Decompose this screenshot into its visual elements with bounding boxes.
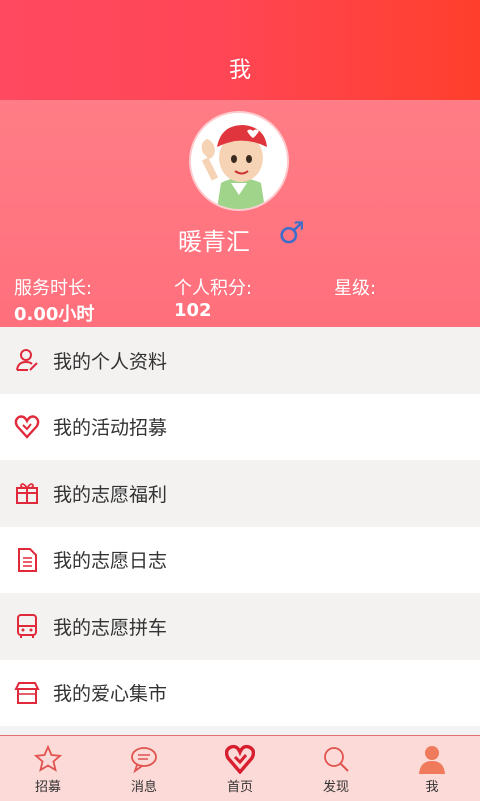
menu-item-label: 我的志愿拼车 xyxy=(53,616,168,639)
menu-item-activity-recruit[interactable]: 我的活动招募 xyxy=(0,393,480,460)
menu-item-label: 我的志愿日志 xyxy=(53,550,168,573)
document-icon xyxy=(14,547,40,573)
service-hours-label: 服务时长: xyxy=(14,278,93,299)
search-icon xyxy=(321,744,351,774)
tab-label: 消息 xyxy=(130,780,157,795)
menu-item-label: 我的个人资料 xyxy=(53,350,168,373)
bus-icon xyxy=(14,613,40,639)
tab-label: 首页 xyxy=(226,780,253,795)
tab-label: 发现 xyxy=(322,780,349,795)
profile-panel: 暖青汇 ♂ 服务时长: 0.00小时 个人积分: 102 星级: xyxy=(0,100,480,327)
male-gender-icon: ♂ xyxy=(278,216,305,251)
user-edit-icon xyxy=(14,347,40,373)
chat-icon xyxy=(129,744,159,774)
tab-label: 招募 xyxy=(34,780,61,795)
star-icon xyxy=(33,744,63,774)
tab-home[interactable]: 首页 xyxy=(192,736,288,801)
avatar[interactable] xyxy=(191,113,287,209)
menu-item-market[interactable]: 我的爱心集市 xyxy=(0,659,480,726)
star-level-label: 星级: xyxy=(334,278,377,299)
points-label: 个人积分: xyxy=(174,278,253,299)
menu-item-label: 我的志愿福利 xyxy=(53,483,168,506)
menu-list: 我的个人资料 我的活动招募 我的志愿福利 我的志愿日志 我的志愿拼车 我的爱心集… xyxy=(0,327,480,726)
tab-recruit[interactable]: 招募 xyxy=(0,736,96,801)
page-title: 我 xyxy=(228,58,251,83)
menu-item-label: 我的活动招募 xyxy=(53,417,168,440)
menu-item-label: 我的爱心集市 xyxy=(53,683,168,706)
menu-item-profile[interactable]: 我的个人资料 xyxy=(0,327,480,394)
heart-icon xyxy=(14,414,40,440)
shop-icon xyxy=(14,680,40,706)
tab-discover[interactable]: 发现 xyxy=(288,736,384,801)
tab-label: 我 xyxy=(425,780,439,795)
bottom-tab-bar: 招募 消息 首页 发现 我 xyxy=(0,735,480,801)
menu-item-log[interactable]: 我的志愿日志 xyxy=(0,526,480,593)
menu-item-carpool[interactable]: 我的志愿拼车 xyxy=(0,593,480,660)
heart-home-icon xyxy=(224,744,256,775)
menu-item-benefits[interactable]: 我的志愿福利 xyxy=(0,460,480,527)
gift-icon xyxy=(14,480,40,506)
header-bar: 我 xyxy=(0,0,480,100)
avatar-cartoon-image xyxy=(191,113,287,209)
tab-me[interactable]: 我 xyxy=(384,736,480,801)
username: 暖青汇 xyxy=(178,228,250,256)
service-hours-value: 0.00小时 xyxy=(14,304,95,325)
tab-messages[interactable]: 消息 xyxy=(96,736,192,801)
person-icon xyxy=(417,744,447,774)
points-value: 102 xyxy=(174,300,212,321)
